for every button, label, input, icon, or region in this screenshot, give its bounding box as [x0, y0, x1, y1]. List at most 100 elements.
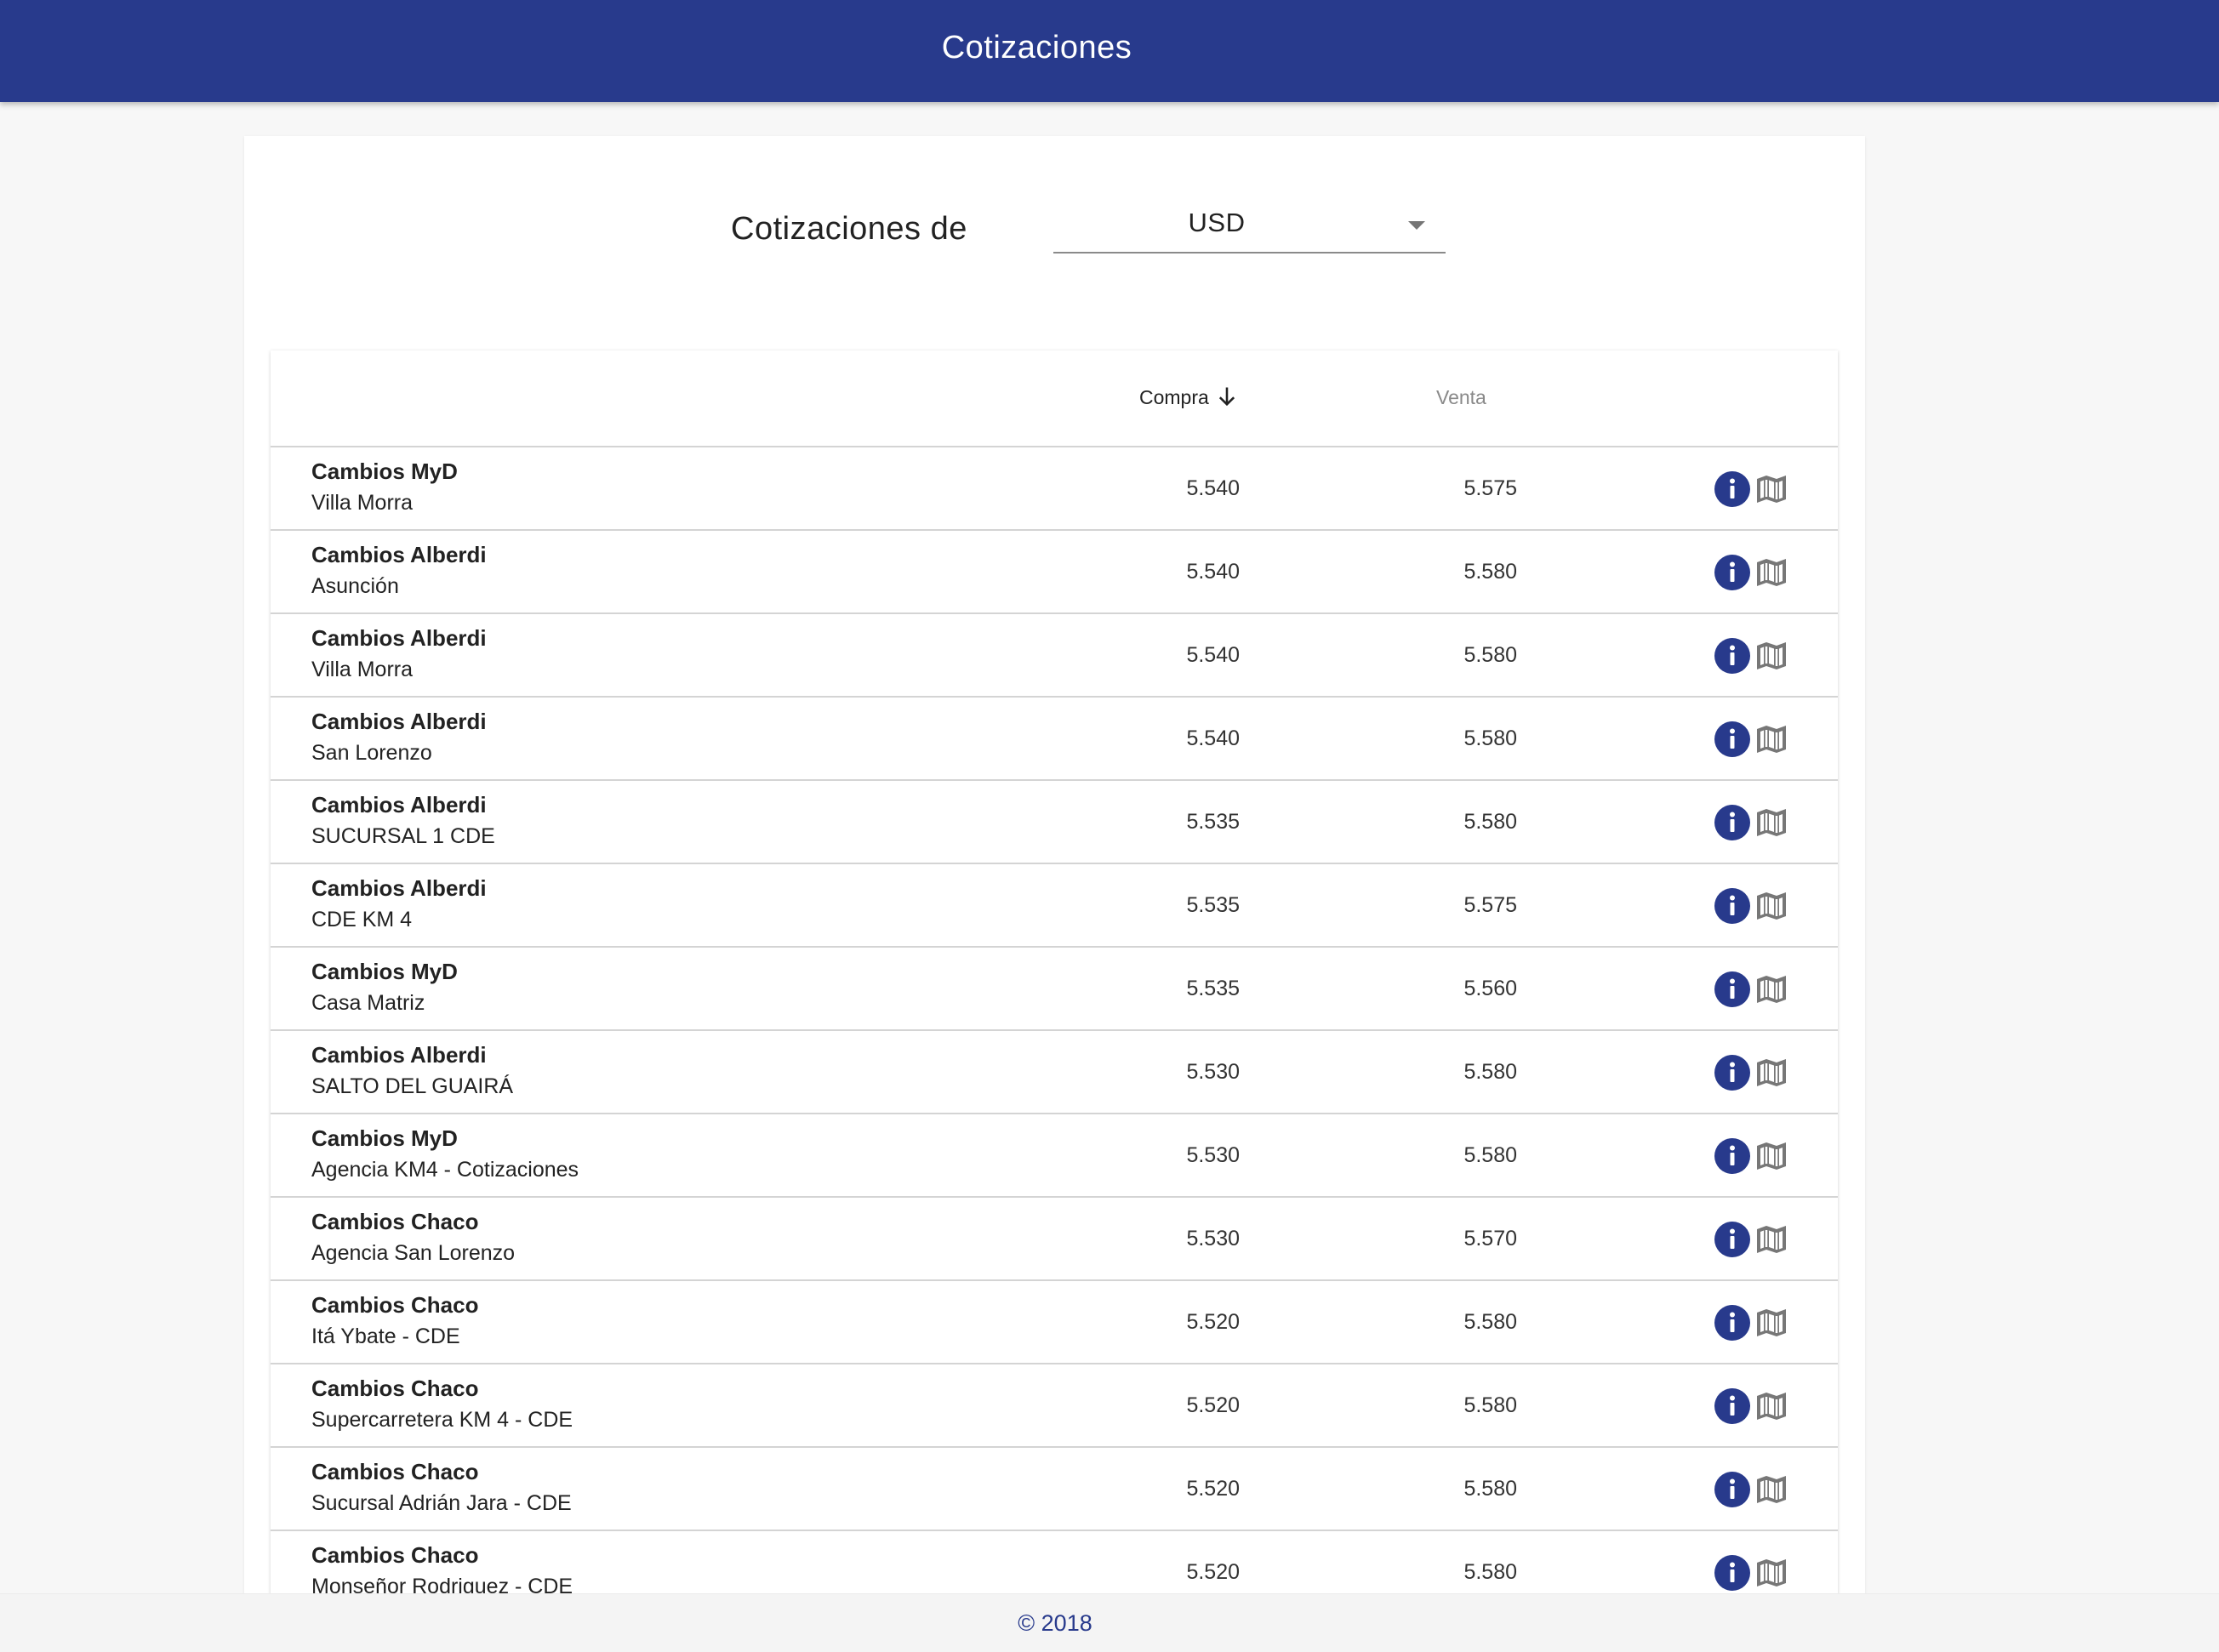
compra-rate: 5.530	[1186, 1060, 1240, 1084]
table-row: Cambios Alberdi Villa Morra 5.540 5.580	[271, 614, 1838, 698]
branch-name: Agencia San Lorenzo	[311, 1241, 516, 1265]
table-row: Cambios Alberdi SUCURSAL 1 CDE 5.535 5.580	[271, 781, 1838, 864]
venta-rate: 5.580	[1463, 1477, 1517, 1501]
venta-rate: 5.570	[1463, 1227, 1517, 1250]
compra-rate: 5.540	[1186, 726, 1240, 750]
table-row: Cambios Alberdi Asunción 5.540 5.580	[271, 531, 1838, 614]
compra-rate: 5.530	[1186, 1143, 1240, 1167]
exchange-house-name: Cambios MyD	[311, 959, 458, 984]
table-row: Cambios Alberdi SALTO DEL GUAIRÁ 5.530 5.58…	[271, 1031, 1838, 1114]
venta-rate: 5.580	[1463, 1143, 1517, 1167]
branch-name: Itá Ybate - CDE	[311, 1324, 460, 1348]
table-row: Cambios MyD Casa Matriz 5.535 5.560	[271, 948, 1838, 1031]
info-icon[interactable]	[1714, 971, 1750, 1007]
map-icon[interactable]	[1754, 472, 1788, 506]
info-icon[interactable]	[1714, 1138, 1750, 1174]
arrow-down-icon[interactable]	[1215, 385, 1239, 408]
venta-rate: 5.580	[1463, 1060, 1517, 1084]
main-card: Cotizaciones de USD Compra Venta Cambios…	[244, 136, 1865, 1608]
info-icon[interactable]	[1714, 1055, 1750, 1091]
branch-name: SUCURSAL 1 CDE	[311, 824, 495, 848]
info-icon[interactable]	[1714, 1472, 1750, 1507]
compra-rate: 5.535	[1186, 977, 1240, 1000]
exchange-house-name: Cambios Alberdi	[311, 1042, 487, 1068]
branch-name: CDE KM 4	[311, 908, 413, 931]
venta-rate: 5.575	[1463, 893, 1517, 917]
currency-select-value[interactable]: USD	[1053, 208, 1380, 238]
info-icon[interactable]	[1714, 721, 1750, 757]
compra-rate: 5.520	[1186, 1393, 1240, 1417]
map-icon[interactable]	[1754, 1306, 1788, 1340]
info-icon[interactable]	[1714, 1305, 1750, 1341]
info-icon[interactable]	[1714, 471, 1750, 507]
info-icon[interactable]	[1714, 888, 1750, 924]
map-icon[interactable]	[1754, 555, 1788, 590]
exchange-house-name: Cambios Alberdi	[311, 542, 487, 567]
map-icon[interactable]	[1754, 1222, 1788, 1256]
info-icon[interactable]	[1714, 638, 1750, 674]
table-row: Cambios Alberdi CDE KM 4 5.535 5.575	[271, 864, 1838, 948]
venta-rate: 5.580	[1463, 726, 1517, 750]
exchange-house-name: Cambios MyD	[311, 459, 458, 484]
info-icon[interactable]	[1714, 1222, 1750, 1257]
currency-select[interactable]: USD	[1053, 196, 1446, 253]
venta-rate: 5.580	[1463, 560, 1517, 584]
exchange-house-name: Cambios Chaco	[311, 1292, 479, 1318]
branch-name: Supercarretera KM 4 - CDE	[311, 1408, 573, 1432]
compra-rate: 5.535	[1186, 810, 1240, 834]
branch-name: Villa Morra	[311, 491, 414, 515]
compra-rate: 5.540	[1186, 476, 1240, 500]
app-title: Cotizaciones	[941, 30, 1132, 66]
currency-selector-label: Cotizaciones de	[731, 211, 967, 247]
compra-rate: 5.520	[1186, 1477, 1240, 1501]
compra-rate: 5.530	[1186, 1227, 1240, 1250]
branch-name: Asunción	[311, 574, 399, 598]
branch-name: Casa Matriz	[311, 991, 425, 1015]
caret-down-icon[interactable]	[1408, 221, 1425, 230]
table-header: Compra Venta	[271, 350, 1838, 447]
map-icon[interactable]	[1754, 806, 1788, 840]
map-icon[interactable]	[1754, 972, 1788, 1006]
table-row: Cambios Chaco Itá Ybate - CDE 5.520 5.580	[271, 1281, 1838, 1364]
branch-name: SALTO DEL GUAIRÁ	[311, 1074, 514, 1098]
map-icon[interactable]	[1754, 1056, 1788, 1090]
venta-rate: 5.580	[1463, 1393, 1517, 1417]
info-icon[interactable]	[1714, 1555, 1750, 1591]
exchange-house-name: Cambios Chaco	[311, 1459, 479, 1484]
map-icon[interactable]	[1754, 1139, 1788, 1173]
exchange-house-name: Cambios Alberdi	[311, 625, 487, 651]
exchange-house-name: Cambios Alberdi	[311, 792, 487, 817]
branch-name: Agencia KM4 - Cotizaciones	[311, 1158, 579, 1182]
column-header-venta[interactable]: Venta	[1436, 386, 1486, 409]
venta-rate: 5.580	[1463, 643, 1517, 667]
map-icon[interactable]	[1754, 1473, 1788, 1507]
venta-rate: 5.575	[1463, 476, 1517, 500]
app-bar: Cotizaciones	[0, 0, 2219, 102]
table-row: Cambios MyD Agencia KM4 - Cotizaciones 5.5…	[271, 1114, 1838, 1198]
exchange-house-name: Cambios Chaco	[311, 1542, 479, 1568]
map-icon[interactable]	[1754, 889, 1788, 923]
table-row: Cambios Alberdi San Lorenzo 5.540 5.580	[271, 698, 1838, 781]
exchange-house-name: Cambios Chaco	[311, 1376, 479, 1401]
footer-copyright: © 2018	[1018, 1610, 1092, 1636]
venta-rate: 5.580	[1463, 810, 1517, 834]
compra-rate: 5.520	[1186, 1310, 1240, 1334]
venta-rate: 5.580	[1463, 1560, 1517, 1584]
info-icon[interactable]	[1714, 555, 1750, 590]
table-row: Cambios Chaco Agencia San Lorenzo 5.530 5.5…	[271, 1198, 1838, 1281]
compra-rate: 5.520	[1186, 1560, 1240, 1584]
info-icon[interactable]	[1714, 1388, 1750, 1424]
exchange-house-name: Cambios MyD	[311, 1125, 458, 1151]
compra-rate: 5.535	[1186, 893, 1240, 917]
rates-table: Compra Venta Cambios MyD Villa Morra 5.540…	[271, 350, 1838, 1608]
exchange-house-name: Cambios Chaco	[311, 1209, 479, 1234]
info-icon[interactable]	[1714, 805, 1750, 840]
map-icon[interactable]	[1754, 1556, 1788, 1590]
branch-name: San Lorenzo	[311, 741, 432, 765]
exchange-house-name: Cambios Alberdi	[311, 709, 487, 734]
map-icon[interactable]	[1754, 639, 1788, 673]
map-icon[interactable]	[1754, 1389, 1788, 1423]
column-header-compra[interactable]: Compra	[1139, 386, 1209, 409]
map-icon[interactable]	[1754, 722, 1788, 756]
compra-rate: 5.540	[1186, 560, 1240, 584]
